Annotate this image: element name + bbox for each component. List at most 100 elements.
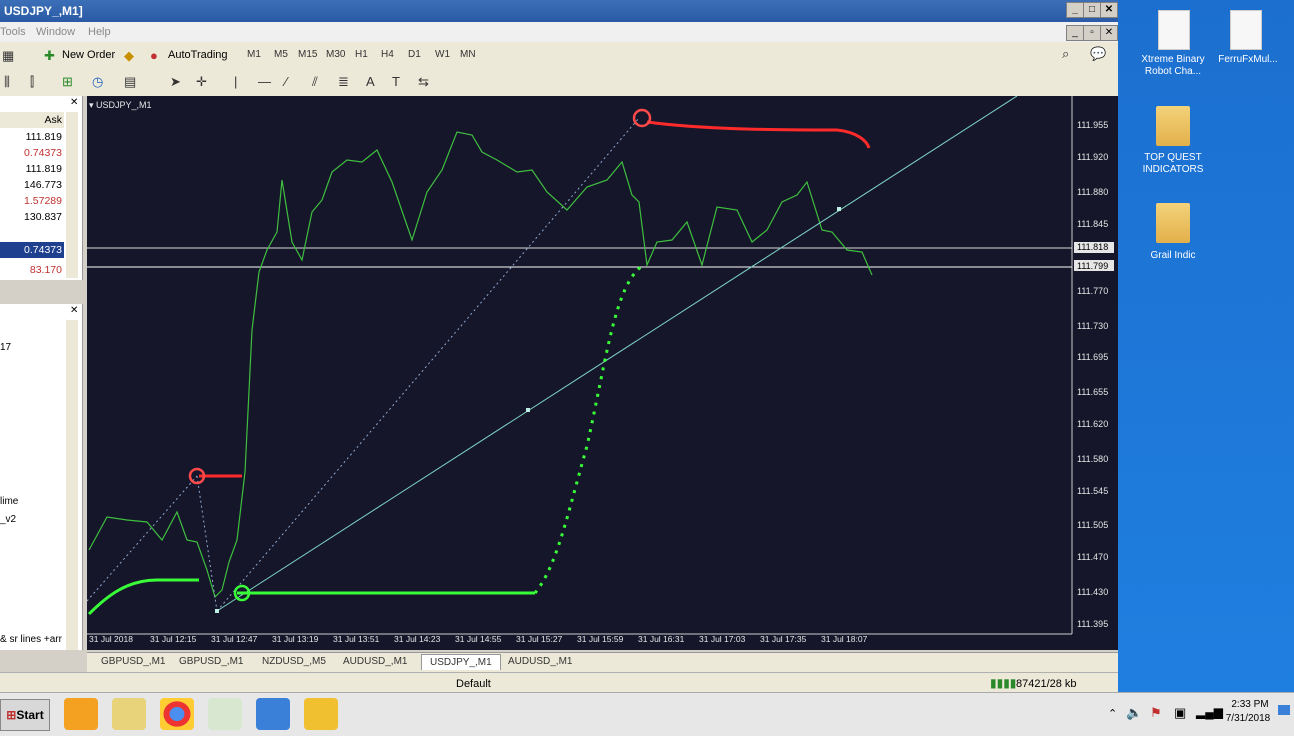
desktop-icon-label[interactable]: FerruFxMul... xyxy=(1212,54,1284,66)
cursor-icon[interactable]: ➤ xyxy=(170,74,181,90)
indicators-icon[interactable]: ⊞ xyxy=(62,74,73,90)
chrome-icon[interactable] xyxy=(160,698,194,730)
tab-nzdusd-m5[interactable]: NZDUSD_,M5 xyxy=(262,656,326,667)
trendline-icon[interactable]: ⁄ xyxy=(285,74,287,89)
periods-icon[interactable]: ◷ xyxy=(92,74,103,90)
menu-tools[interactable]: Tools xyxy=(0,26,26,38)
tf-m1[interactable]: M1 xyxy=(247,49,261,60)
trendline-handle[interactable] xyxy=(526,408,530,412)
navigator-item[interactable]: _v2 xyxy=(0,514,16,525)
price-tick-label: 111.845 xyxy=(1077,219,1109,229)
explorer-icon[interactable] xyxy=(112,698,146,730)
chart-icon[interactable]: ▦ xyxy=(2,48,14,64)
bar-chart-icon[interactable]: ⫼ xyxy=(4,74,10,90)
label-icon[interactable]: T xyxy=(392,74,400,89)
show-desktop-icon[interactable] xyxy=(1278,705,1290,715)
vertical-line-icon[interactable]: | xyxy=(234,74,237,89)
market-watch-scrollbar[interactable] xyxy=(66,112,78,278)
templates-icon[interactable]: ▤ xyxy=(124,74,136,90)
traffic-status[interactable]: 87421/28 kb xyxy=(1016,678,1077,690)
ask-column-header[interactable]: Ask xyxy=(0,112,64,128)
tf-d1[interactable]: D1 xyxy=(408,49,421,60)
trendline-handle[interactable] xyxy=(215,609,219,613)
minimize-button[interactable]: _ xyxy=(1066,2,1084,18)
tab-usdjpy-m1-active[interactable]: USDJPY_,M1 xyxy=(421,654,501,670)
desktop-icon-label[interactable]: TOP QUEST INDICATORS xyxy=(1136,152,1210,176)
close-button[interactable]: ✕ xyxy=(1100,2,1118,18)
child-close-button[interactable]: ✕ xyxy=(1100,25,1118,41)
horizontal-line-icon[interactable]: — xyxy=(258,74,271,89)
tray-expand-icon[interactable]: ⌃ xyxy=(1108,707,1117,720)
candle-chart-icon[interactable]: ⫿ xyxy=(30,74,34,90)
close-panel-icon[interactable]: ✕ xyxy=(70,97,78,108)
new-order-button[interactable]: New Order xyxy=(62,49,115,61)
window-title-bar: USDJPY_,M1] _ □ ✕ xyxy=(0,0,1118,22)
ask-value[interactable]: 0.74373 xyxy=(0,145,64,161)
child-minimize-button[interactable]: _ xyxy=(1066,25,1084,41)
time-tick-label: 31 Jul 14:55 xyxy=(455,634,502,644)
navigator-scrollbar[interactable] xyxy=(66,320,78,650)
taskbar: ⊞Start ⌃ 🔈 ⚑ ▣ ▂▄▆ 2:33 PM 7/31/2018 xyxy=(0,692,1294,736)
ask-value[interactable]: 111.819 xyxy=(0,161,64,177)
menu-help[interactable]: Help xyxy=(88,26,111,38)
desktop-icon-label[interactable]: Grail Indic xyxy=(1136,250,1210,262)
media-player-icon[interactable] xyxy=(64,698,98,730)
diamond-icon[interactable]: ◆ xyxy=(124,48,134,64)
tf-m15[interactable]: M15 xyxy=(298,49,317,60)
tab-gbpusd-m1[interactable]: GBPUSD_,M1 xyxy=(179,656,243,667)
navigator-item[interactable]: 17 xyxy=(0,342,11,353)
desktop-icon-label[interactable]: Xtreme Binary Robot Cha... xyxy=(1136,54,1210,78)
ask-value-selected[interactable]: 0.74373 xyxy=(0,242,64,258)
price-tick-label: 111.470 xyxy=(1077,552,1109,562)
fibo-icon[interactable]: ≣ xyxy=(338,74,349,90)
start-button[interactable]: ⊞Start xyxy=(0,699,50,731)
sell-signal-marker[interactable] xyxy=(632,108,652,128)
trading-app-icon[interactable] xyxy=(208,698,242,730)
flag-icon[interactable]: ⚑ xyxy=(1150,705,1162,721)
text-icon[interactable]: A xyxy=(366,74,375,89)
autotrading-button[interactable]: AutoTrading xyxy=(168,49,228,61)
ask-value[interactable]: 130.837 xyxy=(0,209,64,225)
time-tick-label: 31 Jul 14:23 xyxy=(394,634,441,644)
security-shield-icon[interactable] xyxy=(304,698,338,730)
tf-m5[interactable]: M5 xyxy=(274,49,288,60)
link-app-icon[interactable] xyxy=(256,698,290,730)
tab-audusd-m1[interactable]: AUDUSD_,M1 xyxy=(343,656,407,667)
trendline[interactable] xyxy=(216,96,1018,612)
start-label: Start xyxy=(16,708,44,722)
search-icon[interactable]: ⌕ xyxy=(1062,46,1069,62)
navigator-item[interactable]: & sr lines +arr xyxy=(0,634,62,645)
navigator-item[interactable]: lime xyxy=(0,496,18,507)
folder-icon[interactable] xyxy=(1156,106,1190,146)
volume-icon[interactable]: 🔈 xyxy=(1126,705,1142,721)
network-icon[interactable]: ▣ xyxy=(1174,705,1186,721)
ask-value[interactable]: 1.57289 xyxy=(0,193,64,209)
tf-h1[interactable]: H1 xyxy=(355,49,368,60)
tf-h4[interactable]: H4 xyxy=(381,49,394,60)
price-chart[interactable]: ▾ USDJPY_,M1 111.955111.920111.880111 xyxy=(87,96,1118,650)
tf-mn[interactable]: MN xyxy=(460,49,476,60)
child-restore-button[interactable]: ▫ xyxy=(1083,25,1101,41)
tab-audusd-m1[interactable]: AUDUSD_,M1 xyxy=(508,656,572,667)
crosshair-icon[interactable]: ✛ xyxy=(196,74,207,90)
folder-icon[interactable] xyxy=(1156,203,1190,243)
channel-icon[interactable]: ⫽ xyxy=(312,74,318,90)
tab-gbpusd-m1[interactable]: GBPUSD_,M1 xyxy=(101,656,165,667)
price-tick-label: 111.818 xyxy=(1077,242,1109,252)
close-navigator-icon[interactable]: ✕ xyxy=(70,305,78,316)
clock-time[interactable]: 2:33 PM xyxy=(1226,699,1274,710)
menu-window[interactable]: Window xyxy=(36,26,75,38)
ask-value[interactable]: 111.819 xyxy=(0,129,64,145)
ask-value[interactable]: 146.773 xyxy=(0,177,64,193)
file-icon[interactable] xyxy=(1230,10,1262,50)
tf-w1[interactable]: W1 xyxy=(435,49,450,60)
chat-icon[interactable]: 💬 xyxy=(1090,46,1106,62)
ask-value[interactable]: 83.170 xyxy=(0,262,64,278)
arrows-icon[interactable]: ⇆ xyxy=(418,74,429,90)
tf-m30[interactable]: M30 xyxy=(326,49,345,60)
trendline-handle[interactable] xyxy=(837,207,841,211)
maximize-button[interactable]: □ xyxy=(1083,2,1101,18)
signal-icon[interactable]: ▂▄▆ xyxy=(1196,705,1223,719)
file-icon[interactable] xyxy=(1158,10,1190,50)
clock-date[interactable]: 7/31/2018 xyxy=(1222,713,1274,724)
